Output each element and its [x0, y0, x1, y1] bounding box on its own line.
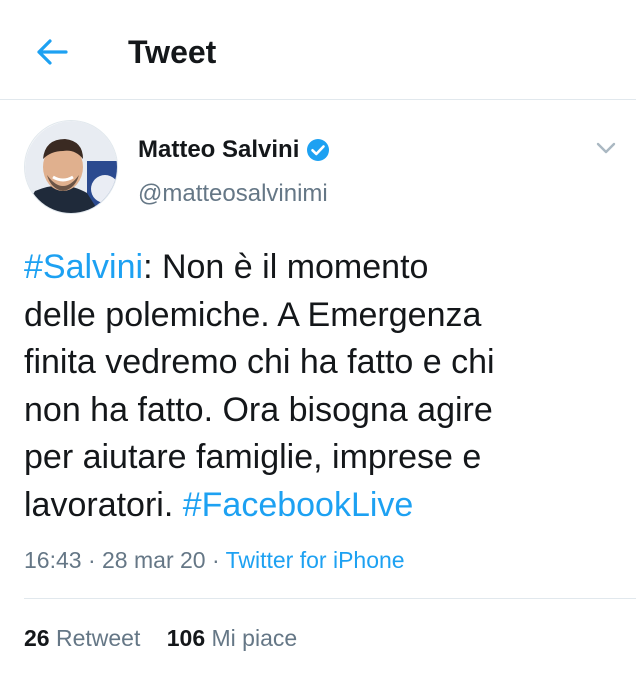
- tweet-line-text: lavoratori.: [24, 485, 183, 524]
- arrow-left-icon: [37, 39, 68, 65]
- tweet-line: delle polemiche. A Emergenza: [24, 295, 482, 334]
- profile-photo: [25, 121, 117, 213]
- tweet-line: per aiutare famiglie, imprese e: [24, 438, 482, 477]
- retweets-count: 26: [24, 625, 50, 651]
- tweet-text: #Salvini: Non è il momento delle polemic…: [24, 244, 614, 530]
- retweets-stat[interactable]: 26 Retweet: [24, 625, 140, 651]
- likes-label: Mi piace: [211, 625, 298, 651]
- tweet-source-link[interactable]: Twitter for iPhone: [226, 547, 405, 573]
- avatar[interactable]: [24, 120, 118, 214]
- chevron-down-icon: [596, 142, 616, 154]
- retweets-label: Retweet: [55, 625, 141, 651]
- tweet-metadata: 16:43 · 28 mar 20 · Twitter for iPhone: [24, 544, 405, 576]
- hashtag-link[interactable]: #FacebookLive: [183, 486, 414, 524]
- tweet-line: non ha fatto. Ora bisogna agire: [24, 390, 493, 429]
- author-handle[interactable]: @matteosalvinimi: [138, 178, 328, 210]
- divider: [24, 598, 636, 599]
- tweet-menu-button[interactable]: [590, 134, 622, 162]
- back-button[interactable]: [28, 28, 76, 76]
- top-bar: Tweet: [0, 0, 636, 100]
- meta-separator: ·: [205, 547, 226, 573]
- tweet-line: lavoratori. #FacebookLive: [24, 482, 614, 530]
- likes-stat[interactable]: 106 Mi piace: [167, 625, 297, 651]
- tweet-stats: 26 Retweet 106 Mi piace: [24, 622, 297, 654]
- tweet-time: 16:43: [24, 547, 82, 573]
- meta-separator: ·: [81, 547, 103, 573]
- tweet-line: finita vedremo chi ha fatto e chi: [24, 343, 495, 382]
- tweet-date: 28 mar 20: [102, 547, 206, 573]
- tweet-line-text: : Non è il momento: [143, 248, 429, 286]
- author-display-name[interactable]: Matteo Salvini: [138, 134, 299, 166]
- tweet-line: #Salvini: Non è il momento: [24, 244, 614, 292]
- likes-count: 106: [166, 625, 206, 651]
- hashtag-link[interactable]: #Salvini: [24, 248, 143, 286]
- author-name-row[interactable]: Matteo Salvini: [138, 134, 330, 166]
- page-title: Tweet: [128, 34, 217, 70]
- verified-badge-icon: [306, 138, 330, 162]
